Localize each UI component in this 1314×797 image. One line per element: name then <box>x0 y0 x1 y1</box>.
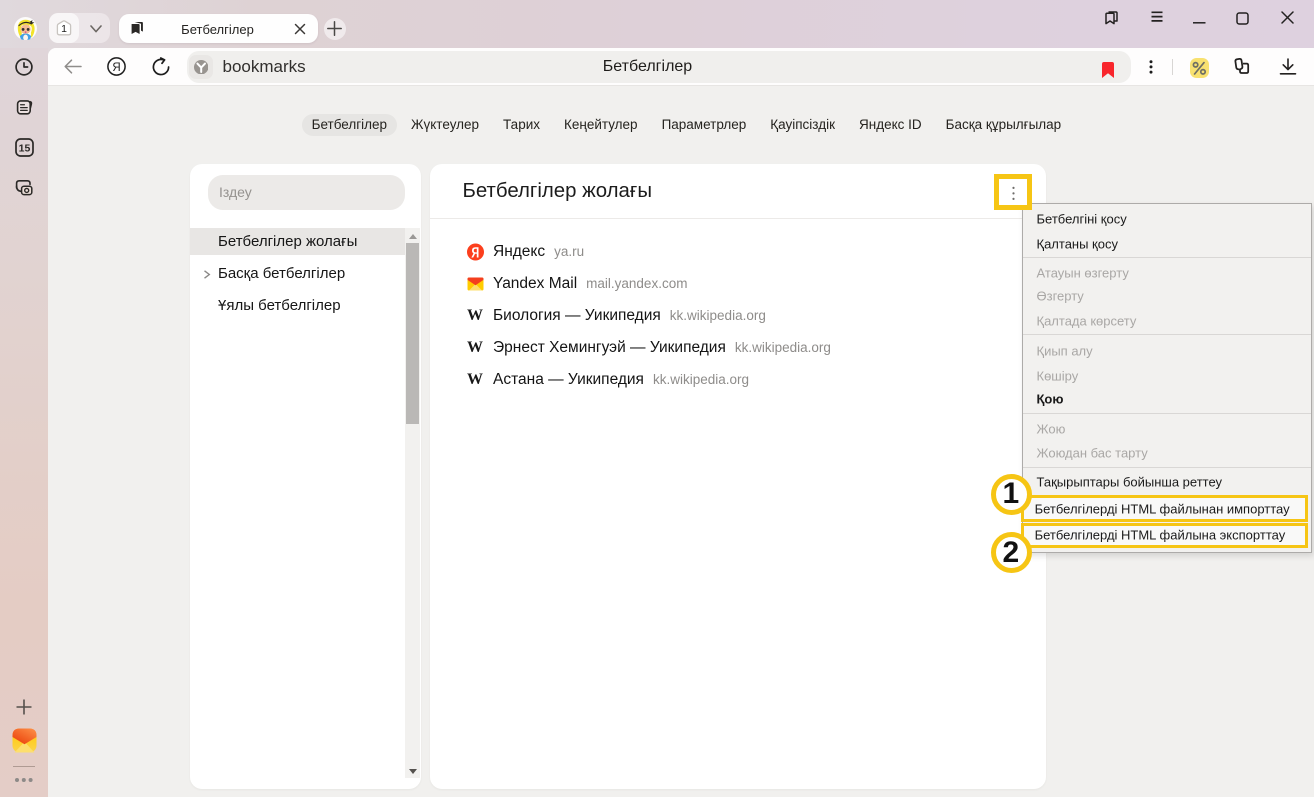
svg-text:1: 1 <box>61 23 67 35</box>
svg-text:Я: Я <box>112 62 120 74</box>
svg-text:15: 15 <box>19 142 31 154</box>
